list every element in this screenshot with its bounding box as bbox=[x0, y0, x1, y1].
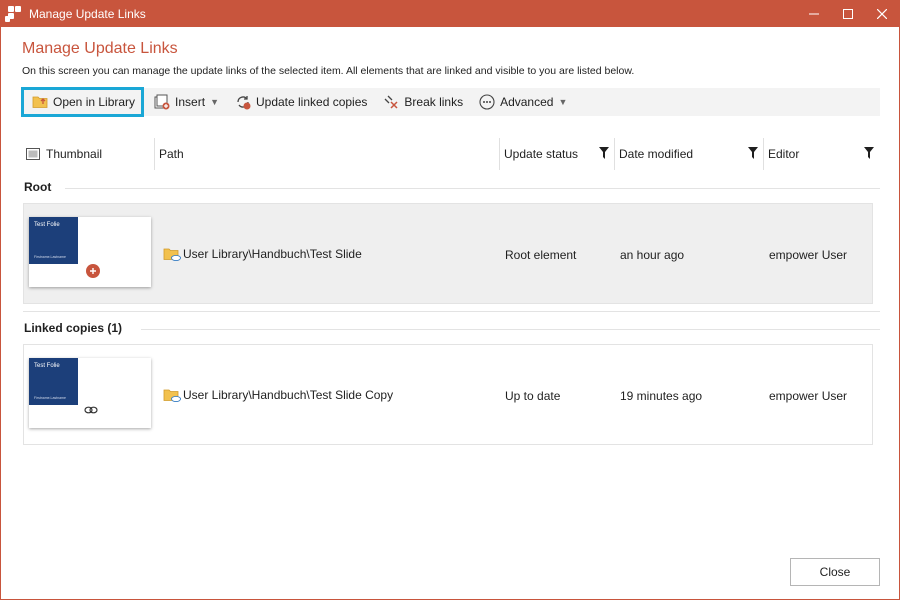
break-links-label: Break links bbox=[404, 95, 464, 109]
cloud-folder-icon bbox=[163, 389, 181, 402]
break-links-button[interactable]: Break links bbox=[377, 88, 469, 116]
maximize-button[interactable] bbox=[831, 1, 865, 27]
maximize-icon bbox=[843, 9, 853, 19]
close-icon bbox=[877, 9, 887, 19]
page-description: On this screen you can manage the update… bbox=[22, 65, 635, 77]
table-row-copy[interactable]: Test Folie Firstname.Lastname User Libra… bbox=[23, 344, 873, 445]
filter-icon[interactable] bbox=[864, 147, 874, 159]
column-editor[interactable]: Editor bbox=[764, 138, 880, 170]
update-linked-copies-label: Update linked copies bbox=[255, 95, 368, 109]
path-cell: User Library\Handbuch\Test Slide Copy bbox=[163, 388, 393, 402]
slide-thumbnail: Test Folie Firstname.Lastname bbox=[29, 217, 151, 287]
date-modified-cell: 19 minutes ago bbox=[620, 389, 703, 403]
path-text: User Library\Handbuch\Test Slide Copy bbox=[183, 388, 394, 402]
close-button[interactable]: Close bbox=[790, 558, 880, 586]
column-path-label: Path bbox=[159, 147, 184, 161]
column-update-status[interactable]: Update status bbox=[500, 138, 615, 170]
open-in-library-label: Open in Library bbox=[53, 94, 136, 109]
editor-cell: empower User bbox=[769, 248, 848, 262]
more-options-icon bbox=[479, 94, 495, 110]
group-divider bbox=[65, 188, 880, 189]
open-in-library-button[interactable]: Open in Library bbox=[21, 86, 145, 117]
insert-icon bbox=[154, 94, 170, 110]
chevron-down-icon: ▼ bbox=[558, 97, 568, 107]
column-date-modified-label: Date modified bbox=[619, 147, 694, 161]
slide-thumbnail: Test Folie Firstname.Lastname bbox=[29, 358, 151, 428]
toolbar: Open in Library Insert ▼ Update linked c… bbox=[21, 86, 880, 117]
column-thumbnail[interactable]: Thumbnail bbox=[21, 138, 155, 170]
window-title: Manage Update Links bbox=[29, 7, 146, 21]
update-link-icon bbox=[237, 96, 251, 110]
cloud-folder-icon bbox=[163, 248, 181, 261]
close-window-button[interactable] bbox=[865, 1, 899, 27]
update-status-cell: Root element bbox=[505, 248, 577, 262]
filter-icon[interactable] bbox=[599, 147, 609, 159]
insert-label: Insert bbox=[175, 95, 206, 109]
minimize-button[interactable] bbox=[797, 1, 831, 27]
column-update-status-label: Update status bbox=[504, 147, 579, 161]
break-link-icon bbox=[384, 95, 398, 109]
advanced-button[interactable]: Advanced ▼ bbox=[473, 88, 573, 116]
thumbnail-title: Test Folie bbox=[34, 363, 60, 369]
table-row-root[interactable]: Test Folie Firstname.Lastname User Libra… bbox=[23, 203, 873, 304]
update-linked-copies-button[interactable]: Update linked copies bbox=[229, 88, 373, 116]
minimize-icon bbox=[809, 13, 819, 15]
image-icon bbox=[26, 148, 40, 160]
app-logo-icon bbox=[5, 5, 23, 23]
column-editor-label: Editor bbox=[768, 147, 800, 161]
thumbnail-subtitle: Firstname.Lastname bbox=[34, 255, 66, 259]
thumbnail-title: Test Folie bbox=[34, 222, 60, 228]
advanced-label: Advanced bbox=[500, 95, 554, 109]
link-icon bbox=[84, 406, 98, 414]
filter-icon[interactable] bbox=[748, 147, 758, 159]
chevron-down-icon: ▼ bbox=[210, 97, 219, 107]
dialog-window: Manage Update Links Manage Update Links … bbox=[0, 0, 900, 600]
group-divider bbox=[141, 329, 880, 330]
path-cell: User Library\Handbuch\Test Slide bbox=[163, 247, 362, 261]
group-title-linked-copies: Linked copies (1) bbox=[24, 321, 123, 335]
column-header-row: Thumbnail Path Update status Date modifi… bbox=[21, 138, 880, 170]
insert-button[interactable]: Insert ▼ bbox=[148, 88, 225, 116]
path-text: User Library\Handbuch\Test Slide bbox=[183, 247, 362, 261]
page-title: Manage Update Links bbox=[22, 40, 178, 57]
column-date-modified[interactable]: Date modified bbox=[615, 138, 764, 170]
column-path[interactable]: Path bbox=[155, 138, 500, 170]
editor-cell: empower User bbox=[769, 389, 848, 403]
update-status-cell: Up to date bbox=[505, 389, 561, 403]
title-bar: Manage Update Links bbox=[1, 1, 899, 27]
group-title-root: Root bbox=[24, 180, 52, 194]
section-divider bbox=[23, 311, 880, 312]
date-modified-cell: an hour ago bbox=[620, 248, 685, 262]
thumbnail-subtitle: Firstname.Lastname bbox=[34, 396, 66, 400]
column-thumbnail-label: Thumbnail bbox=[46, 147, 103, 161]
folder-open-icon bbox=[32, 96, 48, 108]
root-badge-icon bbox=[86, 264, 100, 278]
